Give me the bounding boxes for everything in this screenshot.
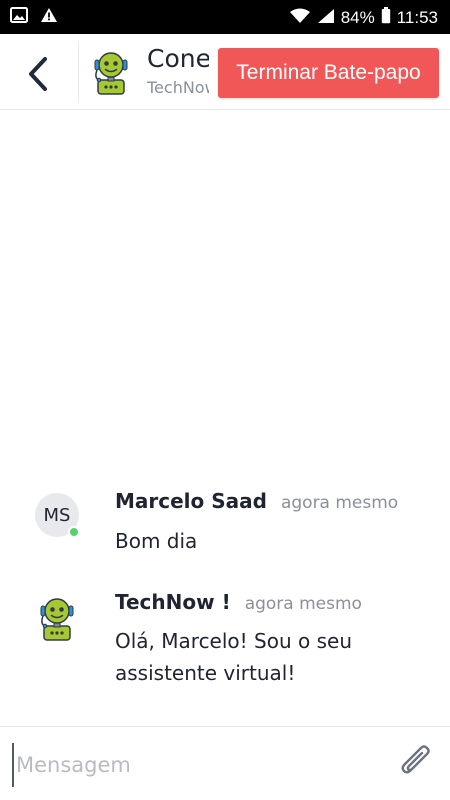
header-divider bbox=[78, 42, 79, 102]
signal-icon bbox=[317, 8, 335, 27]
status-right: 84% 11:53 bbox=[289, 7, 438, 27]
message-input[interactable] bbox=[12, 743, 372, 787]
chat-title: Conexão bbox=[147, 44, 209, 73]
status-bar: 84% 11:53 bbox=[0, 0, 450, 34]
back-button[interactable] bbox=[18, 54, 58, 94]
paperclip-icon bbox=[401, 745, 430, 774]
clock: 11:53 bbox=[396, 7, 438, 27]
header-titles: Conexão TechNow bbox=[147, 43, 209, 99]
battery-percent: 84% bbox=[340, 7, 375, 27]
message-author: Marcelo Saad bbox=[115, 489, 267, 513]
online-status-dot bbox=[68, 526, 80, 538]
message-header: Marcelo Saad agora mesmo bbox=[115, 489, 398, 513]
robot-icon bbox=[40, 598, 74, 641]
message-author: TechNow ! bbox=[115, 590, 231, 614]
wifi-icon bbox=[289, 8, 311, 27]
chat-header: Conexão TechNow Terminar Bate-papo bbox=[0, 34, 450, 110]
chevron-left-icon bbox=[29, 57, 47, 91]
message-text: Olá, Marcelo! Sou o seu assistente virtu… bbox=[115, 629, 352, 685]
message-list: MS Marcelo Saad agora mesmo Bom dia Tech… bbox=[0, 111, 450, 725]
battery-icon bbox=[381, 7, 391, 27]
end-chat-button[interactable]: Terminar Bate-papo bbox=[218, 48, 439, 98]
message-time: agora mesmo bbox=[280, 493, 399, 513]
chat-subtitle: TechNow bbox=[147, 78, 209, 97]
image-icon bbox=[10, 7, 28, 27]
status-left bbox=[10, 7, 58, 27]
robot-icon bbox=[94, 52, 128, 95]
attach-button[interactable] bbox=[396, 743, 436, 783]
message-text: Bom dia bbox=[115, 529, 198, 553]
warning-icon bbox=[40, 7, 58, 27]
message-time: agora mesmo bbox=[244, 594, 362, 614]
message-header: TechNow ! agora mesmo bbox=[115, 590, 362, 614]
composer bbox=[0, 726, 450, 800]
